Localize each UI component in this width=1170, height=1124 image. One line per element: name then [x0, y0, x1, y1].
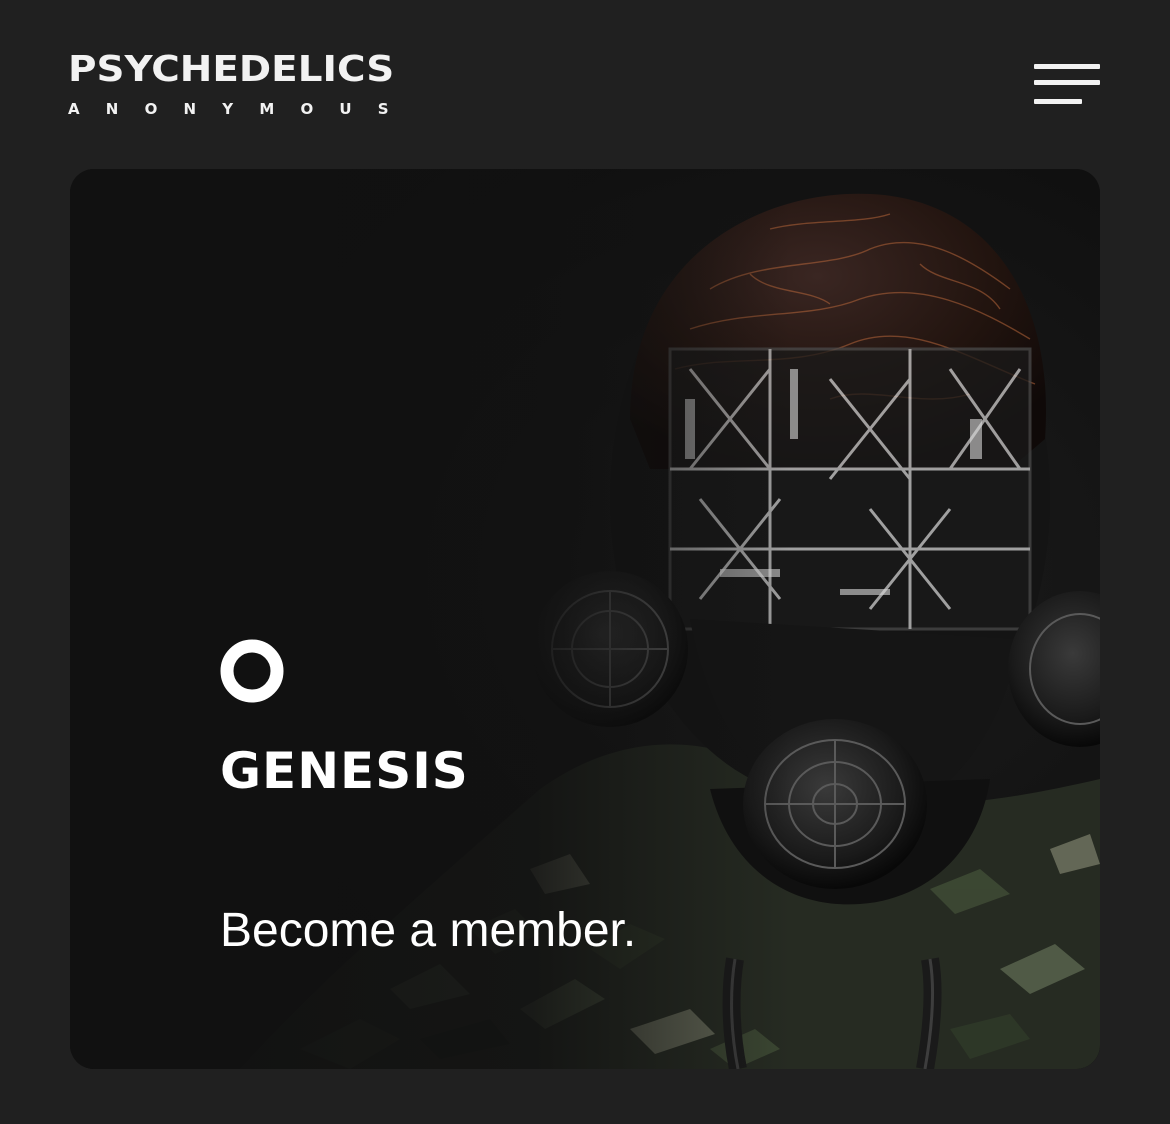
site-header: PSYCHEDELICS ANONYMOUS	[0, 0, 1170, 150]
menu-line-bottom	[1034, 99, 1082, 104]
hero-card: GENESIS Become a member.	[70, 169, 1100, 1069]
hero-title: GENESIS	[220, 742, 469, 800]
hamburger-menu-button[interactable]	[1030, 62, 1102, 110]
ring-icon	[220, 639, 284, 703]
menu-line-middle	[1034, 80, 1100, 85]
become-member-link[interactable]: Become a member.	[220, 903, 636, 959]
logo-subtitle: ANONYMOUS	[68, 100, 415, 118]
page: PSYCHEDELICS ANONYMOUS GENESIS Become a …	[0, 0, 1170, 1124]
site-logo[interactable]: PSYCHEDELICS ANONYMOUS	[68, 52, 418, 119]
logo-wordmark: PSYCHEDELICS	[68, 49, 395, 90]
menu-line-top	[1034, 64, 1100, 69]
